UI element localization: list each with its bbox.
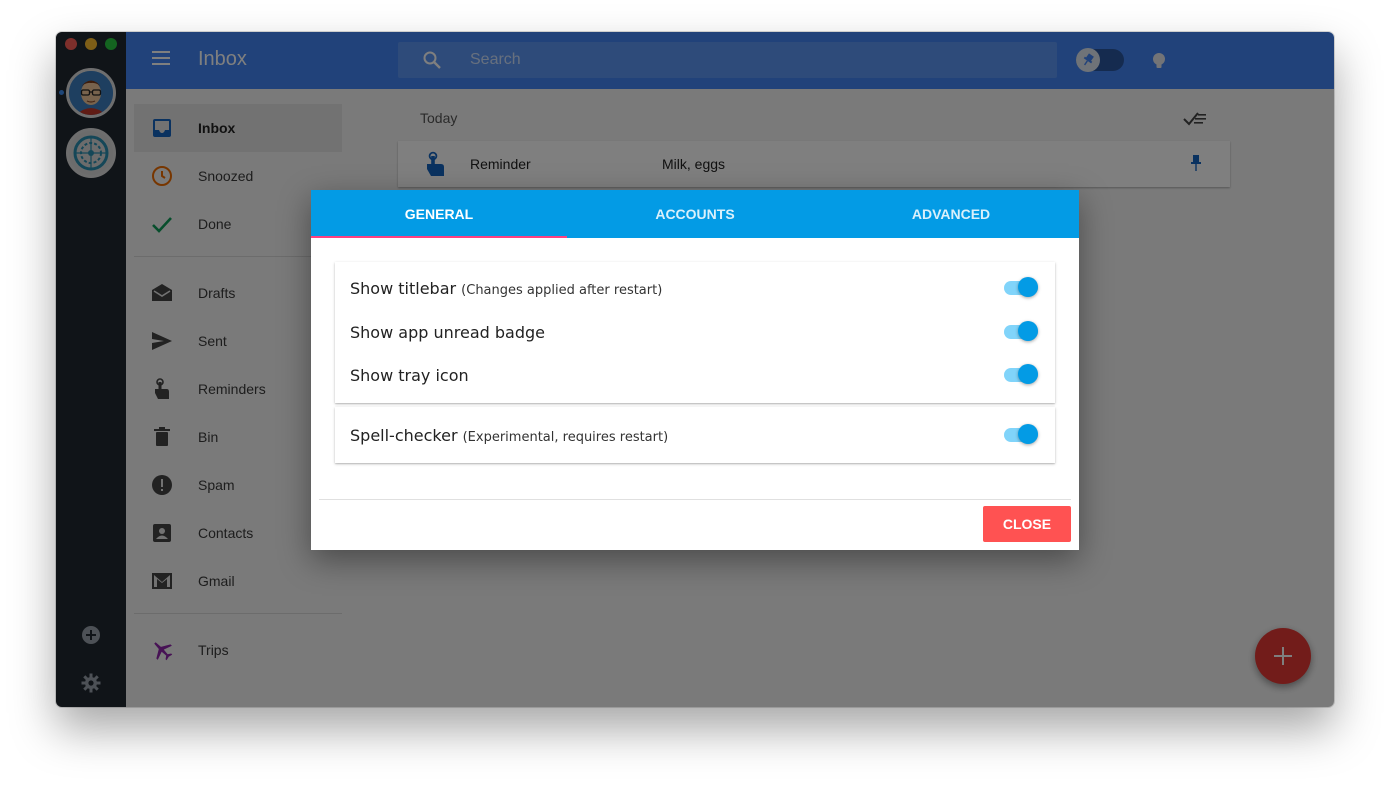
toggle-knob (1018, 277, 1038, 297)
app-window: Inbox Inbox Snoozed Done (56, 32, 1334, 707)
tray-icon-toggle[interactable] (1004, 364, 1038, 384)
setting-label: Show app unread badge (350, 323, 545, 342)
setting-note: (Changes applied after restart) (461, 283, 663, 298)
setting-title: Show titlebar (350, 279, 457, 298)
setting-row-tray-icon: Show tray icon (335, 353, 1055, 397)
spell-checker-toggle[interactable] (1004, 424, 1038, 444)
dialog-divider (319, 499, 1071, 500)
setting-title: Spell-checker (350, 426, 458, 445)
settings-card-spellcheck: Spell-checker (Experimental, requires re… (335, 407, 1055, 463)
tab-advanced[interactable]: Advanced (823, 190, 1079, 238)
toggle-knob (1018, 321, 1038, 341)
setting-title: Show tray icon (350, 366, 469, 385)
tab-accounts[interactable]: Accounts (567, 190, 823, 238)
settings-tabs: General Accounts Advanced (311, 190, 1079, 238)
close-button[interactable]: Close (983, 506, 1071, 542)
settings-dialog: General Accounts Advanced Show titlebar … (311, 190, 1079, 550)
toggle-knob (1018, 364, 1038, 384)
toggle-knob (1018, 424, 1038, 444)
setting-note: (Experimental, requires restart) (462, 430, 669, 445)
show-titlebar-toggle[interactable] (1004, 277, 1038, 297)
setting-title: Show app unread badge (350, 323, 545, 342)
setting-row-show-titlebar: Show titlebar (Changes applied after res… (335, 266, 1055, 310)
setting-row-spell-checker: Spell-checker (Experimental, requires re… (335, 413, 1055, 457)
setting-row-unread-badge: Show app unread badge (335, 310, 1055, 354)
unread-badge-toggle[interactable] (1004, 321, 1038, 341)
setting-label: Show titlebar (Changes applied after res… (350, 279, 662, 298)
tab-general[interactable]: General (311, 190, 567, 238)
setting-label: Show tray icon (350, 366, 469, 385)
settings-card-display: Show titlebar (Changes applied after res… (335, 262, 1055, 403)
setting-label: Spell-checker (Experimental, requires re… (350, 426, 668, 445)
